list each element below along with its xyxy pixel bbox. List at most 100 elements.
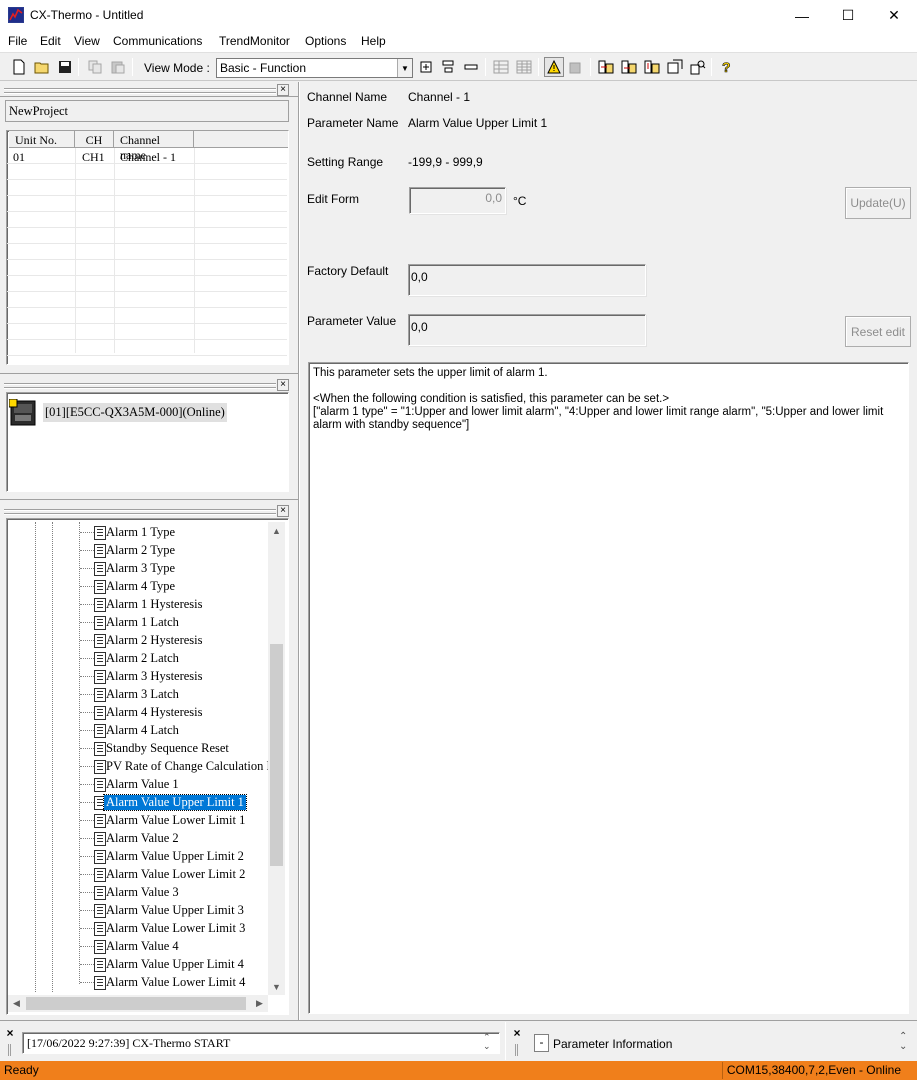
tree-item[interactable]: Alarm 2 Latch bbox=[8, 650, 268, 668]
log-pane-grip[interactable]: × bbox=[4, 1027, 16, 1058]
parameter-value-field: 0,0 bbox=[408, 314, 646, 346]
project-name-field[interactable]: NewProject bbox=[5, 100, 289, 122]
tree-item[interactable]: Alarm 3 Latch bbox=[8, 686, 268, 704]
table-view-button[interactable] bbox=[514, 57, 534, 77]
view-mode-label: View Mode : bbox=[144, 61, 210, 75]
help-button[interactable]: ? bbox=[716, 57, 736, 77]
tree-item[interactable]: Alarm 1 Latch bbox=[8, 614, 268, 632]
scroll-left-icon[interactable]: ◀ bbox=[8, 995, 25, 1012]
tree-item-label: Alarm Value 3 bbox=[106, 885, 179, 899]
tree-item[interactable]: Alarm 3 Type bbox=[8, 560, 268, 578]
device-pane-grip[interactable] bbox=[4, 381, 276, 389]
close-button[interactable]: ✕ bbox=[871, 0, 917, 31]
project-name: NewProject bbox=[9, 104, 69, 118]
tree-item[interactable]: Alarm Value Lower Limit 4 bbox=[8, 974, 268, 992]
tree-item[interactable]: Alarm Value Upper Limit 3 bbox=[8, 902, 268, 920]
edit-form-field[interactable]: 0,0 bbox=[409, 187, 506, 214]
info-spin-icon[interactable]: ⌃ ⌄ bbox=[899, 1032, 907, 1052]
tree-vertical-scrollbar[interactable]: ▲ ▼ bbox=[268, 522, 285, 995]
project-pane-close-icon[interactable]: × bbox=[277, 84, 289, 96]
column-header-channel-name[interactable]: Channel name bbox=[114, 131, 194, 162]
tree-item[interactable]: PV Rate of Change Calculation Pe bbox=[8, 758, 279, 776]
warning-button[interactable] bbox=[544, 57, 564, 77]
factory-default-value: 0,0 bbox=[411, 270, 428, 284]
update-button[interactable]: Update(U) bbox=[845, 187, 911, 219]
menu-view[interactable]: View bbox=[74, 34, 100, 48]
menu-file[interactable]: File bbox=[8, 34, 27, 48]
tree-item-label: Alarm 1 Type bbox=[106, 525, 176, 539]
info-pane-grip[interactable]: × bbox=[511, 1027, 523, 1058]
transfer-from-device-button[interactable] bbox=[619, 57, 639, 77]
copy-button[interactable] bbox=[85, 57, 105, 77]
save-button[interactable] bbox=[55, 57, 75, 77]
scroll-right-icon[interactable]: ▶ bbox=[251, 995, 268, 1012]
tree-item[interactable]: Alarm Value Lower Limit 2 bbox=[8, 866, 268, 884]
menu-help[interactable]: Help bbox=[361, 34, 386, 48]
tree-item[interactable]: Standby Sequence Reset bbox=[8, 740, 268, 758]
tree-item[interactable]: Alarm 4 Hysteresis bbox=[8, 704, 268, 722]
view-mode-select[interactable]: Basic - Function ▼ bbox=[216, 58, 413, 78]
tree-item[interactable]: Alarm Value Upper Limit 4 bbox=[8, 956, 268, 974]
tree-button[interactable] bbox=[438, 57, 458, 77]
tree-item[interactable]: Alarm 2 Hysteresis bbox=[8, 632, 268, 650]
app-logo-icon bbox=[8, 7, 24, 23]
collapse-button[interactable] bbox=[461, 57, 481, 77]
tree-pane-close-icon[interactable]: × bbox=[277, 505, 289, 517]
info-pane-close-icon[interactable]: × bbox=[511, 1027, 523, 1040]
menu-communications[interactable]: Communications bbox=[113, 34, 202, 48]
tree-item[interactable]: Alarm 4 Latch bbox=[8, 722, 268, 740]
info-expander[interactable]: - bbox=[534, 1034, 549, 1052]
transfer-to-device-button[interactable] bbox=[596, 57, 616, 77]
new-file-button[interactable] bbox=[9, 57, 29, 77]
menu-options[interactable]: Options bbox=[305, 34, 346, 48]
log-pane-close-icon[interactable]: × bbox=[4, 1027, 16, 1040]
tree-item[interactable]: Alarm Value 3 bbox=[8, 884, 268, 902]
tree-item[interactable]: Alarm 4 Type bbox=[8, 578, 268, 596]
scrollbar-thumb[interactable] bbox=[26, 997, 246, 1010]
column-header-unit-no[interactable]: Unit No. bbox=[9, 131, 75, 148]
edit-form-value: 0,0 bbox=[485, 191, 502, 205]
tree-item[interactable]: Alarm Value Lower Limit 1 bbox=[8, 812, 268, 830]
tree-item[interactable]: Alarm Value 1 bbox=[8, 776, 268, 794]
parameter-value-value: 0,0 bbox=[411, 320, 428, 334]
tree-item[interactable]: Alarm 1 Type bbox=[8, 524, 268, 542]
search-device-button[interactable] bbox=[688, 57, 708, 77]
menu-edit[interactable]: Edit bbox=[40, 34, 61, 48]
table-row[interactable]: 01 CH1 Channel - 1 bbox=[7, 148, 287, 164]
minimize-button[interactable]: — bbox=[779, 0, 825, 31]
paste-button[interactable] bbox=[108, 57, 128, 77]
tree-pane-grip[interactable] bbox=[4, 507, 276, 515]
tree-item[interactable]: Alarm Value 2 bbox=[8, 830, 268, 848]
expand-button[interactable] bbox=[416, 57, 436, 77]
project-pane-grip[interactable] bbox=[4, 86, 276, 94]
tree-item[interactable]: Alarm Value Upper Limit 2 bbox=[8, 848, 268, 866]
chevron-down-icon[interactable]: ▼ bbox=[397, 59, 412, 77]
maximize-button[interactable]: ☐ bbox=[825, 0, 871, 31]
tree-horizontal-scrollbar[interactable]: ◀ ▶ bbox=[8, 995, 268, 1012]
menu-trendmonitor[interactable]: TrendMonitor bbox=[219, 34, 290, 48]
vertical-splitter[interactable] bbox=[298, 82, 300, 1020]
tree-item[interactable]: Alarm 3 Hysteresis bbox=[8, 668, 268, 686]
tree-item[interactable]: Alarm Value 4 bbox=[8, 938, 268, 956]
device-item-label[interactable]: [01][E5CC-QX3A5M-000](Online) bbox=[43, 403, 227, 422]
tree-item-selected[interactable]: Alarm Value Upper Limit 1 bbox=[8, 794, 268, 812]
scroll-down-icon[interactable]: ▼ bbox=[268, 978, 285, 995]
open-folder-button[interactable] bbox=[32, 57, 52, 77]
device-status-button[interactable] bbox=[566, 57, 586, 77]
tree-item-label: Alarm 3 Hysteresis bbox=[106, 669, 203, 683]
log-spin-icon[interactable]: ⌃ ⌄ bbox=[483, 1033, 491, 1051]
scroll-up-icon[interactable]: ▲ bbox=[268, 522, 285, 539]
compare-button[interactable] bbox=[642, 57, 662, 77]
tree-item[interactable]: Alarm 2 Type bbox=[8, 542, 268, 560]
verify-button[interactable] bbox=[665, 57, 685, 77]
log-list: [17/06/2022 9:27:39] CX-Thermo START ⌃ ⌄ bbox=[22, 1032, 500, 1054]
device-pane-close-icon[interactable]: × bbox=[277, 379, 289, 391]
scrollbar-thumb[interactable] bbox=[270, 644, 283, 866]
reset-edit-button[interactable]: Reset edit bbox=[845, 316, 911, 347]
grid-view-button[interactable] bbox=[491, 57, 511, 77]
tree-item[interactable]: Alarm Value Lower Limit 3 bbox=[8, 920, 268, 938]
column-header-ch[interactable]: CH bbox=[75, 131, 114, 148]
tree-item-label: Alarm Value Upper Limit 1 bbox=[103, 794, 247, 811]
minimize-icon: — bbox=[795, 7, 809, 24]
tree-item[interactable]: Alarm 1 Hysteresis bbox=[8, 596, 268, 614]
